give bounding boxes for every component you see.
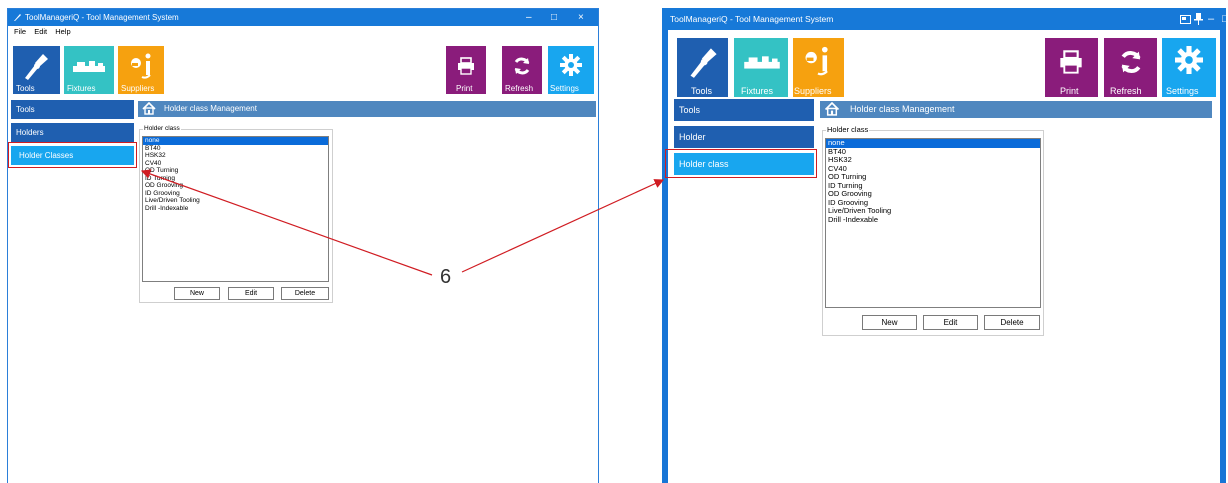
- arrow-right: [461, 179, 665, 273]
- callout-number: 6: [440, 266, 452, 288]
- callout-arrows: [140, 169, 665, 276]
- arrow-left: [140, 169, 433, 276]
